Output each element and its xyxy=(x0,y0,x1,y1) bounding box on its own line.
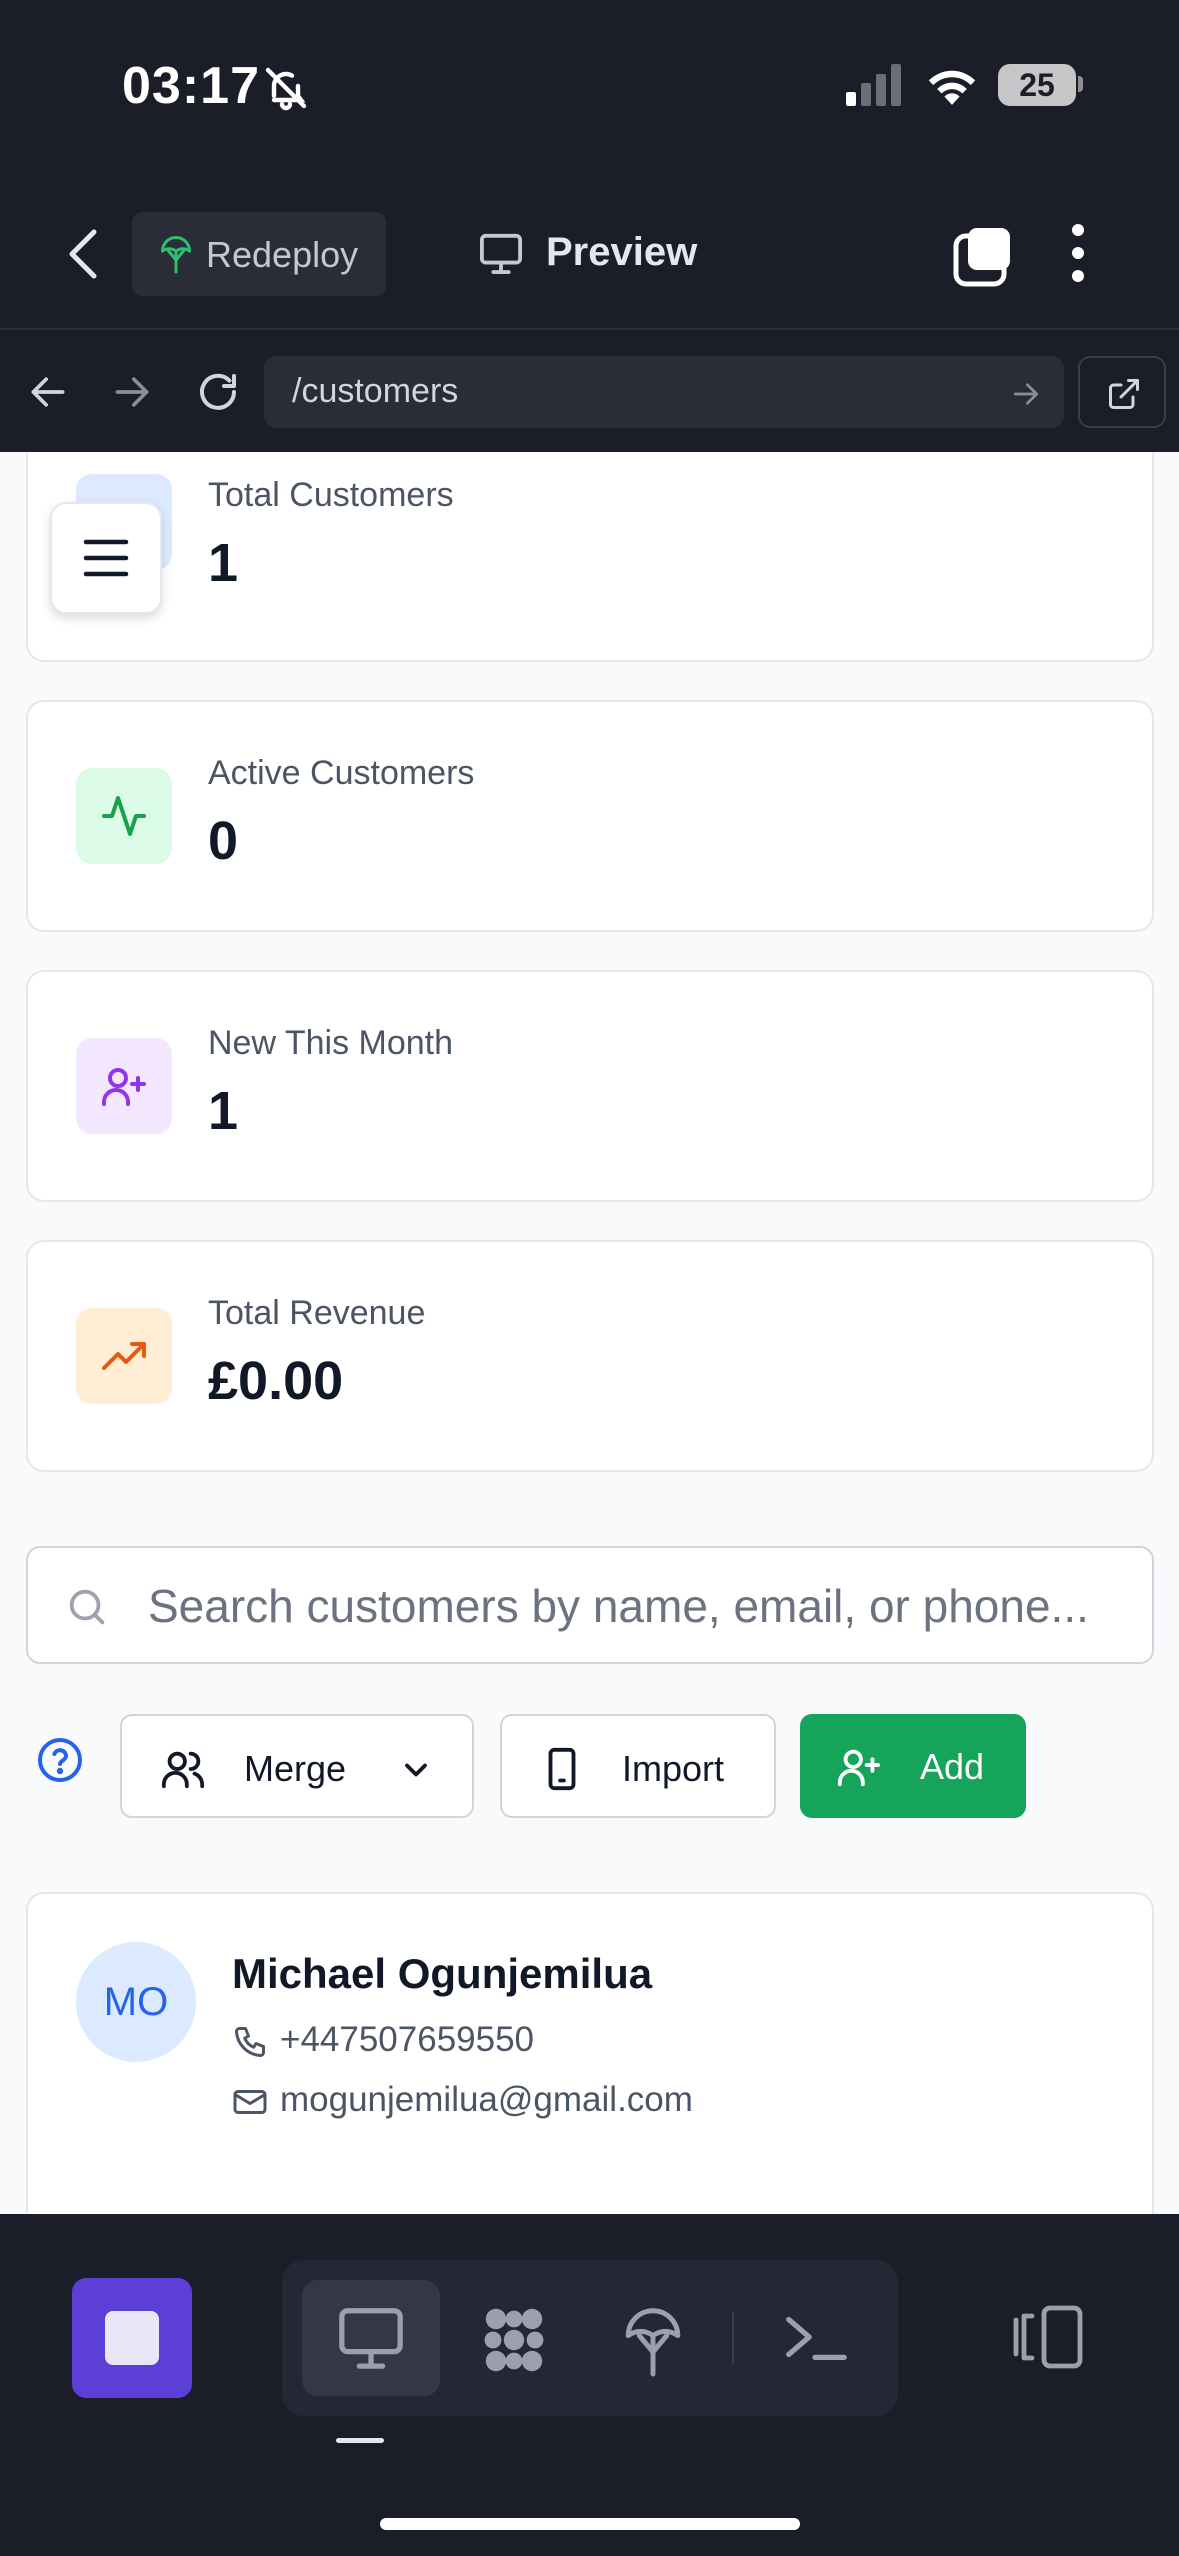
search-input[interactable] xyxy=(148,1572,1148,1640)
active-tool-indicator xyxy=(336,2438,384,2443)
tool-deploy[interactable] xyxy=(586,2280,724,2396)
battery-tip xyxy=(1078,76,1083,92)
app-header: Redeploy Preview xyxy=(0,170,1179,330)
add-customer-button[interactable]: Add xyxy=(800,1714,1026,1818)
layout-panels-icon[interactable] xyxy=(1010,2304,1084,2370)
search-icon xyxy=(69,1589,105,1625)
home-indicator xyxy=(380,2518,800,2530)
wifi-icon xyxy=(928,70,976,105)
reload-icon[interactable] xyxy=(194,368,242,416)
stat-icon-box xyxy=(76,1308,172,1404)
tool-group xyxy=(282,2260,898,2416)
cellular-signal-icon xyxy=(846,64,901,106)
customer-card[interactable]: MO Michael Ogunjemilua +447507659550 mog… xyxy=(26,1892,1154,2214)
more-vertical-icon[interactable] xyxy=(1068,222,1088,284)
go-arrow-icon[interactable] xyxy=(1010,378,1042,410)
user-plus-icon xyxy=(102,1068,146,1106)
customer-email-text: mogunjemilua@gmail.com xyxy=(280,2080,693,2119)
stat-icon-box xyxy=(76,1038,172,1134)
stat-card-new-this-month: New This Month 1 xyxy=(26,970,1154,1202)
stat-value: 1 xyxy=(208,533,239,593)
stat-icon-box xyxy=(76,768,172,864)
stat-card-active-customers: Active Customers 0 xyxy=(26,700,1154,932)
stat-label: Active Customers xyxy=(208,754,475,792)
terminal-icon xyxy=(786,2316,847,2361)
url-bar: /customers xyxy=(0,332,1179,452)
arrow-left-icon[interactable] xyxy=(26,370,70,414)
tool-divider xyxy=(732,2312,734,2364)
user-plus-icon xyxy=(837,1749,881,1787)
stat-label: Total Revenue xyxy=(208,1294,426,1332)
activity-icon xyxy=(102,796,146,836)
help-circle-icon[interactable] xyxy=(36,1736,84,1784)
stop-button[interactable] xyxy=(72,2278,192,2398)
stat-value: £0.00 xyxy=(208,1351,344,1411)
external-link-icon xyxy=(1109,379,1139,409)
redeploy-label: Redeploy xyxy=(206,234,359,275)
preview-label: Preview xyxy=(546,230,698,274)
mail-icon xyxy=(233,2090,267,2114)
stop-icon xyxy=(105,2311,159,2365)
monitor-icon xyxy=(339,2308,403,2369)
monitor-icon xyxy=(480,233,522,274)
avatar: MO xyxy=(76,1942,196,2062)
bell-muted-icon xyxy=(265,67,307,111)
tool-preview[interactable] xyxy=(302,2280,440,2396)
smartphone-icon xyxy=(548,1747,576,1791)
battery-level: 25 xyxy=(1019,67,1055,103)
stat-value: 1 xyxy=(208,1081,239,1141)
deploy-icon xyxy=(161,236,191,274)
open-external-button[interactable] xyxy=(1078,356,1166,428)
deploy-icon xyxy=(625,2308,681,2377)
customer-name: Michael Ogunjemilua xyxy=(232,1950,653,1997)
phone-icon xyxy=(235,2027,265,2057)
add-label: Add xyxy=(920,1746,985,1787)
stat-card-total-revenue: Total Revenue £0.00 xyxy=(26,1240,1154,1472)
stat-value: 0 xyxy=(208,811,239,871)
customers-page: Total Customers 1 Active Customers 0 New… xyxy=(0,452,1179,2214)
stat-label: New This Month xyxy=(208,1024,454,1062)
import-label: Import xyxy=(622,1748,725,1789)
status-bar: 03:17 25 xyxy=(0,0,1179,170)
search-box xyxy=(26,1546,1154,1664)
menu-button[interactable] xyxy=(50,502,162,614)
stat-label: Total Customers xyxy=(208,476,454,514)
trending-up-icon xyxy=(102,1342,146,1370)
tool-apps[interactable] xyxy=(444,2280,582,2396)
tool-terminal[interactable] xyxy=(746,2280,884,2396)
hamburger-menu-icon xyxy=(83,539,129,577)
arrow-right-icon[interactable] xyxy=(110,370,154,414)
chevron-down-icon xyxy=(405,1763,427,1777)
stat-card-total-customers: Total Customers 1 xyxy=(26,452,1154,662)
merge-label: Merge xyxy=(244,1748,347,1789)
merge-button[interactable]: Merge xyxy=(120,1714,474,1818)
bottom-toolbar xyxy=(0,2214,1179,2556)
import-button[interactable]: Import xyxy=(500,1714,776,1818)
redeploy-button[interactable]: Redeploy xyxy=(132,212,386,296)
apps-icon xyxy=(484,2308,544,2372)
url-field[interactable]: /customers xyxy=(264,356,1064,428)
back-chevron-icon[interactable] xyxy=(60,224,110,284)
users-icon xyxy=(161,1751,205,1789)
url-path: /customers xyxy=(292,372,459,410)
battery-icon: 25 xyxy=(998,64,1076,106)
customer-phone-text: +447507659550 xyxy=(280,2020,535,2059)
status-time: 03:17 xyxy=(122,57,260,115)
tabs-icon[interactable] xyxy=(952,226,1014,288)
